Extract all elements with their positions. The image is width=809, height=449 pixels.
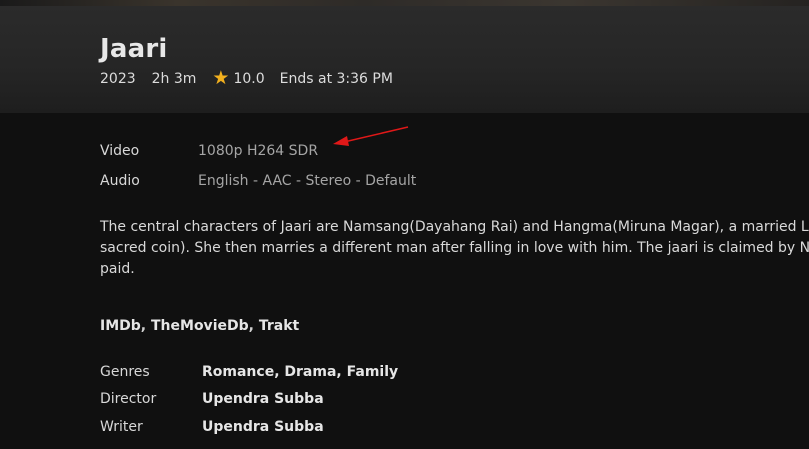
genre-link-family[interactable]: Family	[347, 364, 399, 380]
link-separator: ,	[248, 318, 259, 334]
writer-row: Writer Upendra Subba	[100, 413, 398, 441]
overview-line: The central characters of Jaari are Nams…	[100, 219, 809, 235]
community-rating: ★ 10.0	[212, 67, 265, 89]
director-link[interactable]: Upendra Subba	[202, 391, 324, 407]
director-label: Director	[100, 391, 157, 408]
link-separator: ,	[140, 318, 151, 334]
video-label: Video	[100, 143, 140, 159]
star-icon: ★	[212, 67, 230, 89]
red-arrow-annotation	[333, 126, 409, 146]
genre-separator: ,	[336, 363, 347, 380]
overview-line: sacred coin). She then marries a differe…	[100, 240, 809, 256]
overview-text: The central characters of Jaari are Nams…	[100, 217, 809, 280]
audio-label: Audio	[100, 173, 140, 189]
runtime-text: 2h 3m	[151, 71, 197, 87]
writer-label: Writer	[100, 418, 143, 435]
imdb-link[interactable]: IMDb	[100, 318, 141, 334]
trakt-link[interactable]: Trakt	[259, 318, 299, 334]
themoviedb-link[interactable]: TheMovieDb	[151, 318, 249, 334]
item-meta: 2023 2h 3m ★ 10.0 Ends at 3:36 PM	[100, 67, 409, 89]
video-value: 1080p H264 SDR	[198, 143, 319, 159]
writer-link[interactable]: Upendra Subba	[202, 419, 324, 435]
arrow-shaft	[343, 126, 409, 143]
item-details-page: Jaari 2023 2h 3m ★ 10.0 Ends at 3:36 PM …	[0, 0, 809, 449]
genres-values: Romance, Drama, Family	[202, 364, 398, 380]
genres-label: Genres	[100, 363, 150, 380]
audio-value: English - AAC - Stereo - Default	[198, 173, 417, 189]
ends-at-text: Ends at 3:36 PM	[279, 71, 393, 87]
audio-row: Audio English - AAC - Stereo - Default	[100, 166, 416, 196]
external-links: IMDb, TheMovieDb, Trakt	[100, 318, 299, 334]
year-text: 2023	[100, 71, 136, 87]
arrow-head	[333, 136, 349, 146]
genres-row: Genres Romance, Drama, Family	[100, 358, 398, 386]
item-header: Jaari 2023 2h 3m ★ 10.0 Ends at 3:36 PM	[0, 6, 809, 113]
overview-line: paid.	[100, 261, 135, 277]
item-details: Genres Romance, Drama, Family Director U…	[100, 358, 398, 441]
director-row: Director Upendra Subba	[100, 386, 398, 414]
genre-link-drama[interactable]: Drama	[284, 364, 336, 380]
rating-value: 10.0	[233, 71, 265, 87]
genre-link-romance[interactable]: Romance	[202, 364, 274, 380]
item-title: Jaari	[100, 34, 168, 64]
genre-separator: ,	[274, 363, 285, 380]
